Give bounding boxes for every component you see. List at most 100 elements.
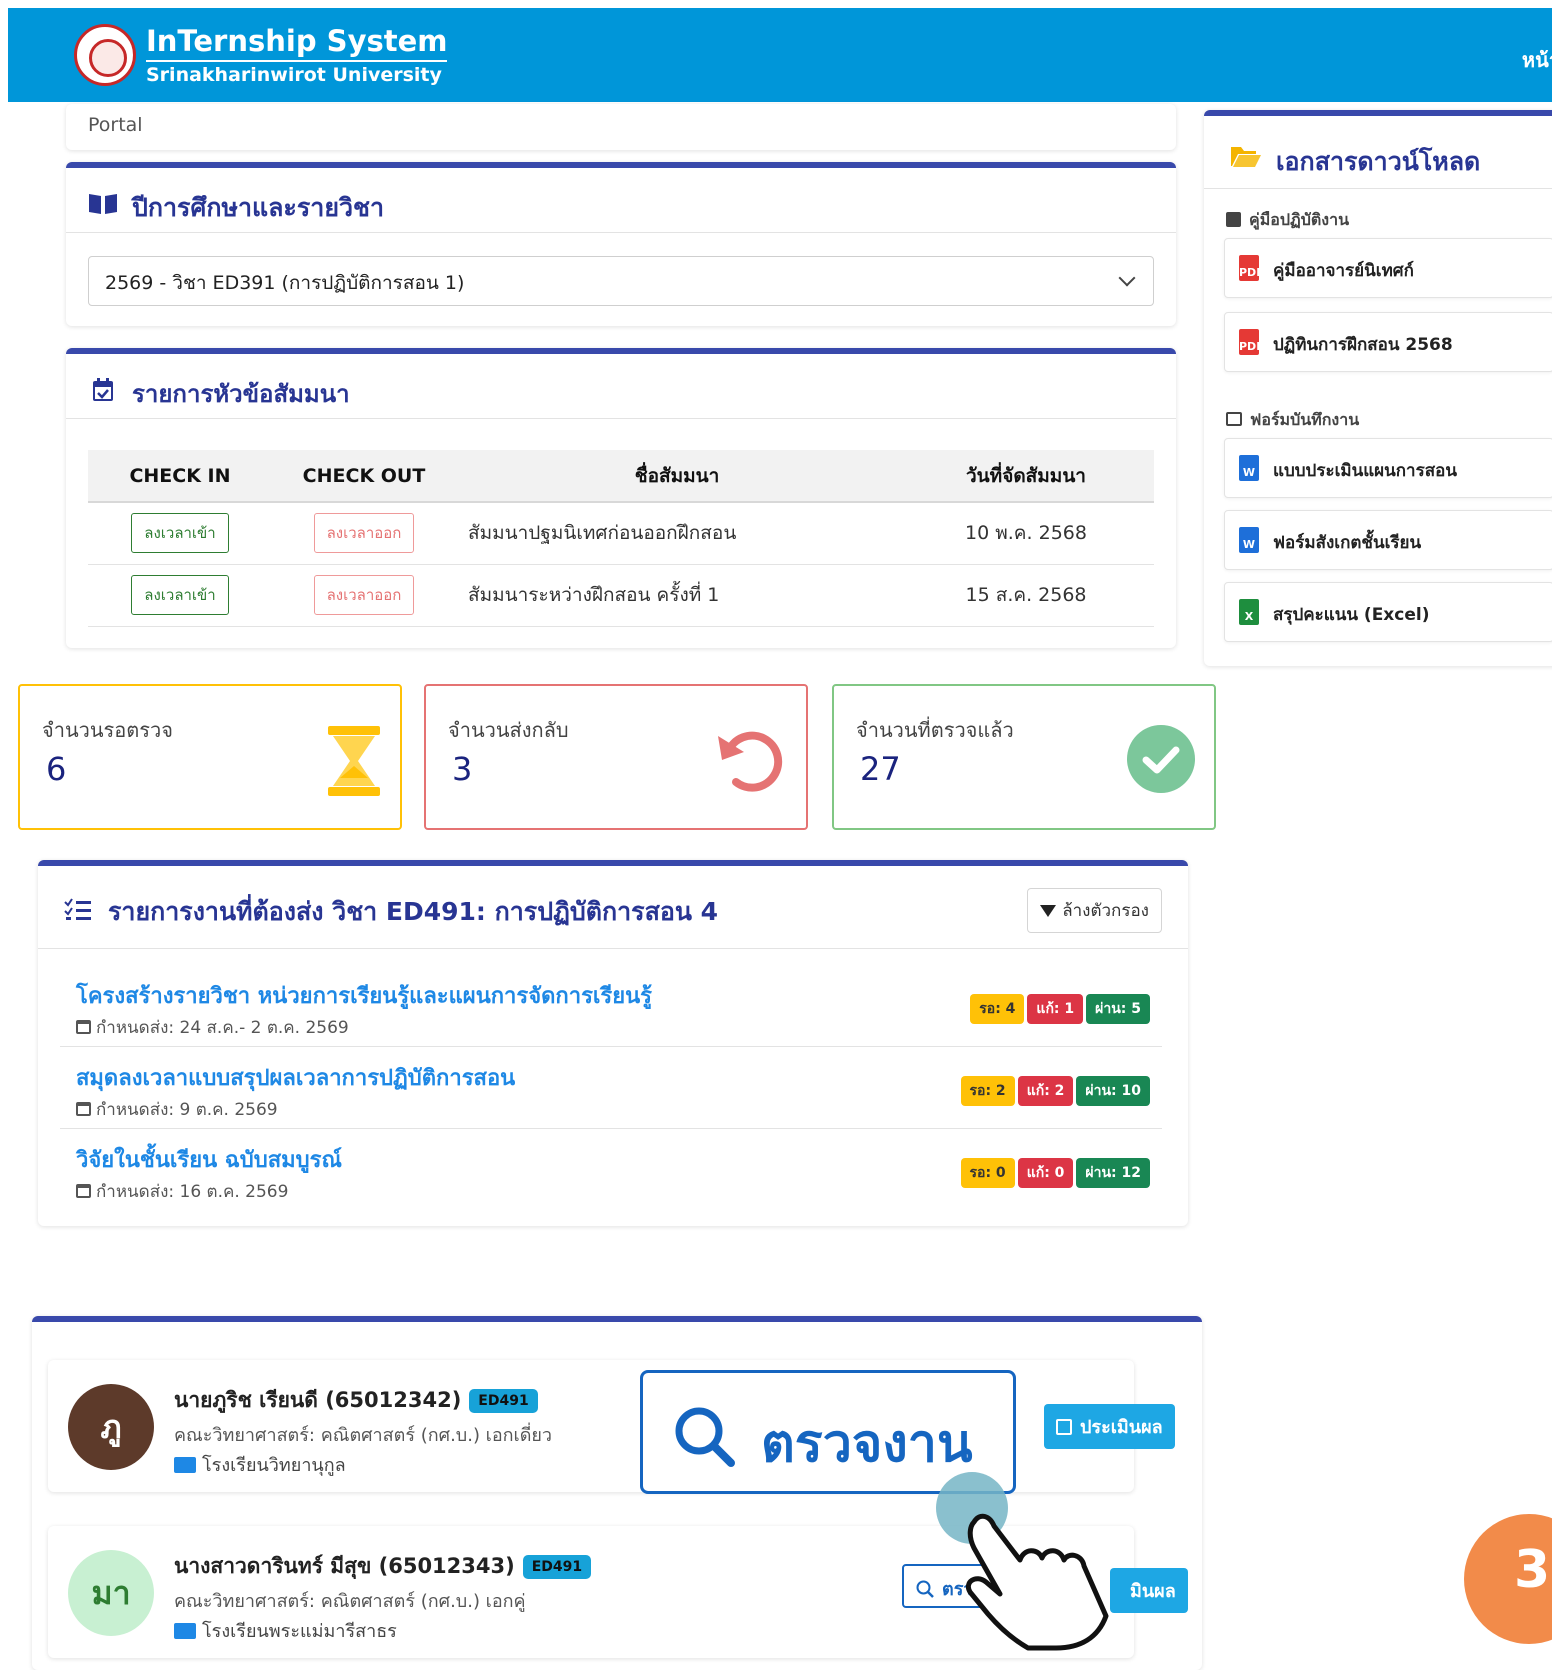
table-header-row: CHECK IN CHECK OUT ชื่อสัมมนา วันที่จัดส…: [88, 450, 1154, 503]
undo-icon: [718, 731, 783, 792]
stat-pending-card[interactable]: จำนวนรอตรวจ 6: [18, 684, 402, 830]
seminar-card: รายการหัวข้อสัมมนา CHECK IN CHECK OUT ชื…: [66, 348, 1176, 648]
badge-passed[interactable]: ผ่าน: 10: [1076, 1076, 1150, 1106]
check-in-button[interactable]: ลงเวลาเข้า: [131, 575, 229, 615]
badge-waiting[interactable]: รอ: 0: [960, 1158, 1015, 1188]
filter-clear-icon: [1040, 905, 1057, 917]
student-school: โรงเรียนพระแม่มารีสาธร: [174, 1616, 397, 1645]
check-circle-icon: [1127, 725, 1195, 793]
form-group-label: ฟอร์มบันทึกงาน: [1226, 408, 1359, 433]
student-faculty: คณะวิทยาศาสตร์: คณิตศาสตร์ (กศ.บ.) เอกเด…: [174, 1425, 553, 1446]
col-seminar-date: วันที่จัดสัมมนา: [898, 450, 1154, 503]
breadcrumb-portal[interactable]: Portal: [88, 114, 143, 136]
badge-revise[interactable]: แก้: 2: [1017, 1076, 1074, 1106]
book-icon: [89, 194, 117, 214]
download-calendar[interactable]: PDF ปฏิทินการฝึกสอน 2568: [1224, 312, 1552, 372]
student-name: นายภูริช เรียนดี (65012342) ED491: [174, 1384, 538, 1417]
course-code-badge: ED491: [469, 1389, 538, 1413]
task-link[interactable]: สมุดลงเวลาแบบสรุปผลเวลาการปฏิบัติการสอน: [76, 1060, 515, 1095]
task-link[interactable]: วิจัยในชั้นเรียน ฉบับสมบูรณ์: [76, 1142, 342, 1177]
badge-passed[interactable]: ผ่าน: 5: [1086, 994, 1150, 1024]
download-observation-form[interactable]: W ฟอร์มสังเกตชั้นเรียน: [1224, 510, 1552, 570]
calendar-icon: [76, 1020, 91, 1034]
divider: [38, 948, 1188, 949]
checklist-icon: [64, 898, 91, 920]
divider: [66, 232, 1176, 233]
school-icon: [174, 1457, 196, 1473]
task-list-title: รายการงานที่ต้องส่ง วิชา ED491: การปฏิบั…: [108, 897, 719, 926]
check-in-button[interactable]: ลงเวลาเข้า: [131, 513, 229, 554]
task-list-card: รายการงานที่ต้องส่ง วิชา ED491: การปฏิบั…: [38, 860, 1188, 1226]
student-name: นางสาวดารินทร์ มีสุข (65012343) ED491: [174, 1550, 592, 1583]
divider: [66, 418, 1176, 419]
badge-waiting[interactable]: รอ: 2: [960, 1076, 1015, 1106]
app-title: InTernship System: [146, 24, 448, 62]
stat-checked-label: จำนวนที่ตรวจแล้ว: [856, 718, 1014, 742]
check-out-button[interactable]: ลงเวลาออก: [313, 575, 415, 615]
badge-revise[interactable]: แก้: 1: [1027, 994, 1084, 1024]
badge-revise[interactable]: แก้: 0: [1017, 1158, 1074, 1188]
breadcrumb: Portal: [66, 104, 1176, 150]
badge-passed[interactable]: ผ่าน: 12: [1076, 1158, 1150, 1188]
stat-checked-card[interactable]: จำนวนที่ตรวจแล้ว 27: [832, 684, 1216, 830]
save-icon: [1226, 212, 1241, 227]
calendar-icon: [76, 1184, 91, 1198]
divider: [60, 1128, 1162, 1129]
table-row: ลงเวลาเข้า ลงเวลาออก สัมมนาระหว่างฝึกสอน…: [88, 564, 1154, 627]
avatar: ภู: [68, 1384, 154, 1470]
task-due-date: กำหนดส่ง: 16 ต.ค. 2569: [76, 1178, 288, 1205]
seminar-name: สัมมนาปฐมนิเทศก่อนออกฝึกสอน: [456, 502, 898, 565]
student-school: โรงเรียนวิทยานุกูล: [174, 1450, 346, 1479]
clear-filter-button[interactable]: ล้างตัวกรอง: [1027, 888, 1162, 933]
excel-file-icon: X: [1239, 599, 1259, 625]
nav-home-link[interactable]: หน้า: [1522, 44, 1552, 76]
search-icon: [675, 1407, 735, 1467]
download-manual-supervisor[interactable]: PDF คู่มืออาจารย์นิเทศก์: [1224, 238, 1552, 298]
seminar-date: 10 พ.ค. 2568: [898, 502, 1154, 565]
manual-group-label: คู่มือปฏิบัติงาน: [1226, 208, 1349, 233]
task-due-date: กำหนดส่ง: 9 ต.ค. 2569: [76, 1096, 278, 1123]
stat-returned-value: 3: [452, 750, 473, 788]
task-due-date: กำหนดส่ง: 24 ส.ค.- 2 ต.ค. 2569: [76, 1014, 349, 1041]
task-link[interactable]: โครงสร้างรายวิชา หน่วยการเรียนรู้และแผนก…: [76, 978, 652, 1013]
evaluate-button[interactable]: ประเมินผล: [1044, 1404, 1175, 1449]
top-header: InTernship System Srinakharinwirot Unive…: [8, 8, 1552, 102]
task-status-badges: รอ: 4 แก้: 1 ผ่าน: 5: [967, 994, 1150, 1024]
calendar-check-icon: [93, 378, 113, 401]
hourglass-icon: [328, 726, 380, 796]
seminar-name: สัมมนาระหว่างฝึกสอน ครั้งที่ 1: [456, 564, 898, 627]
download-lesson-plan-form[interactable]: W แบบประเมินแผนการสอน: [1224, 438, 1552, 498]
stat-returned-card[interactable]: จำนวนส่งกลับ 3: [424, 684, 808, 830]
seminar-table: CHECK IN CHECK OUT ชื่อสัมมนา วันที่จัดส…: [88, 450, 1154, 627]
col-check-out: CHECK OUT: [272, 450, 456, 503]
word-file-icon: W: [1239, 527, 1259, 553]
col-check-in: CHECK IN: [88, 450, 272, 503]
edit-file-icon: [1226, 412, 1242, 426]
pdf-file-icon: PDF: [1239, 255, 1264, 281]
downloads-title: เอกสารดาวน์โหลด: [1276, 147, 1481, 176]
course-dropdown[interactable]: 2569 - วิชา ED391 (การปฏิบัติการสอน 1): [88, 256, 1154, 306]
divider: [1204, 188, 1552, 189]
edit-icon: [1056, 1419, 1072, 1435]
university-logo-icon: [74, 24, 136, 86]
school-icon: [174, 1623, 196, 1639]
stat-pending-label: จำนวนรอตรวจ: [42, 718, 173, 742]
download-score-summary[interactable]: X สรุปคะแนน (Excel): [1224, 582, 1552, 642]
check-out-button[interactable]: ลงเวลาออก: [313, 513, 415, 554]
pointing-hand-cursor-icon: [936, 1472, 1109, 1651]
task-status-badges: รอ: 2 แก้: 2 ผ่าน: 10: [958, 1076, 1150, 1106]
chevron-down-icon: [1118, 269, 1136, 287]
stat-returned-label: จำนวนส่งกลับ: [448, 718, 569, 742]
step-number-badge: 3: [1464, 1514, 1552, 1644]
task-status-badges: รอ: 0 แก้: 0 ผ่าน: 12: [958, 1158, 1150, 1188]
app-subtitle: Srinakharinwirot University: [146, 64, 442, 86]
avatar: มา: [68, 1550, 154, 1636]
folder-open-icon: [1231, 147, 1261, 167]
student-faculty: คณะวิทยาศาสตร์: คณิตศาสตร์ (กศ.บ.) เอกคู…: [174, 1591, 526, 1612]
word-file-icon: W: [1239, 455, 1259, 481]
course-select-card: ปีการศึกษาและรายวิชา 2569 - วิชา ED391 (…: [66, 162, 1176, 326]
seminar-title: รายการหัวข้อสัมมนา: [132, 380, 350, 408]
stat-checked-value: 27: [860, 750, 901, 788]
stat-pending-value: 6: [46, 750, 67, 788]
badge-waiting[interactable]: รอ: 4: [970, 994, 1025, 1024]
